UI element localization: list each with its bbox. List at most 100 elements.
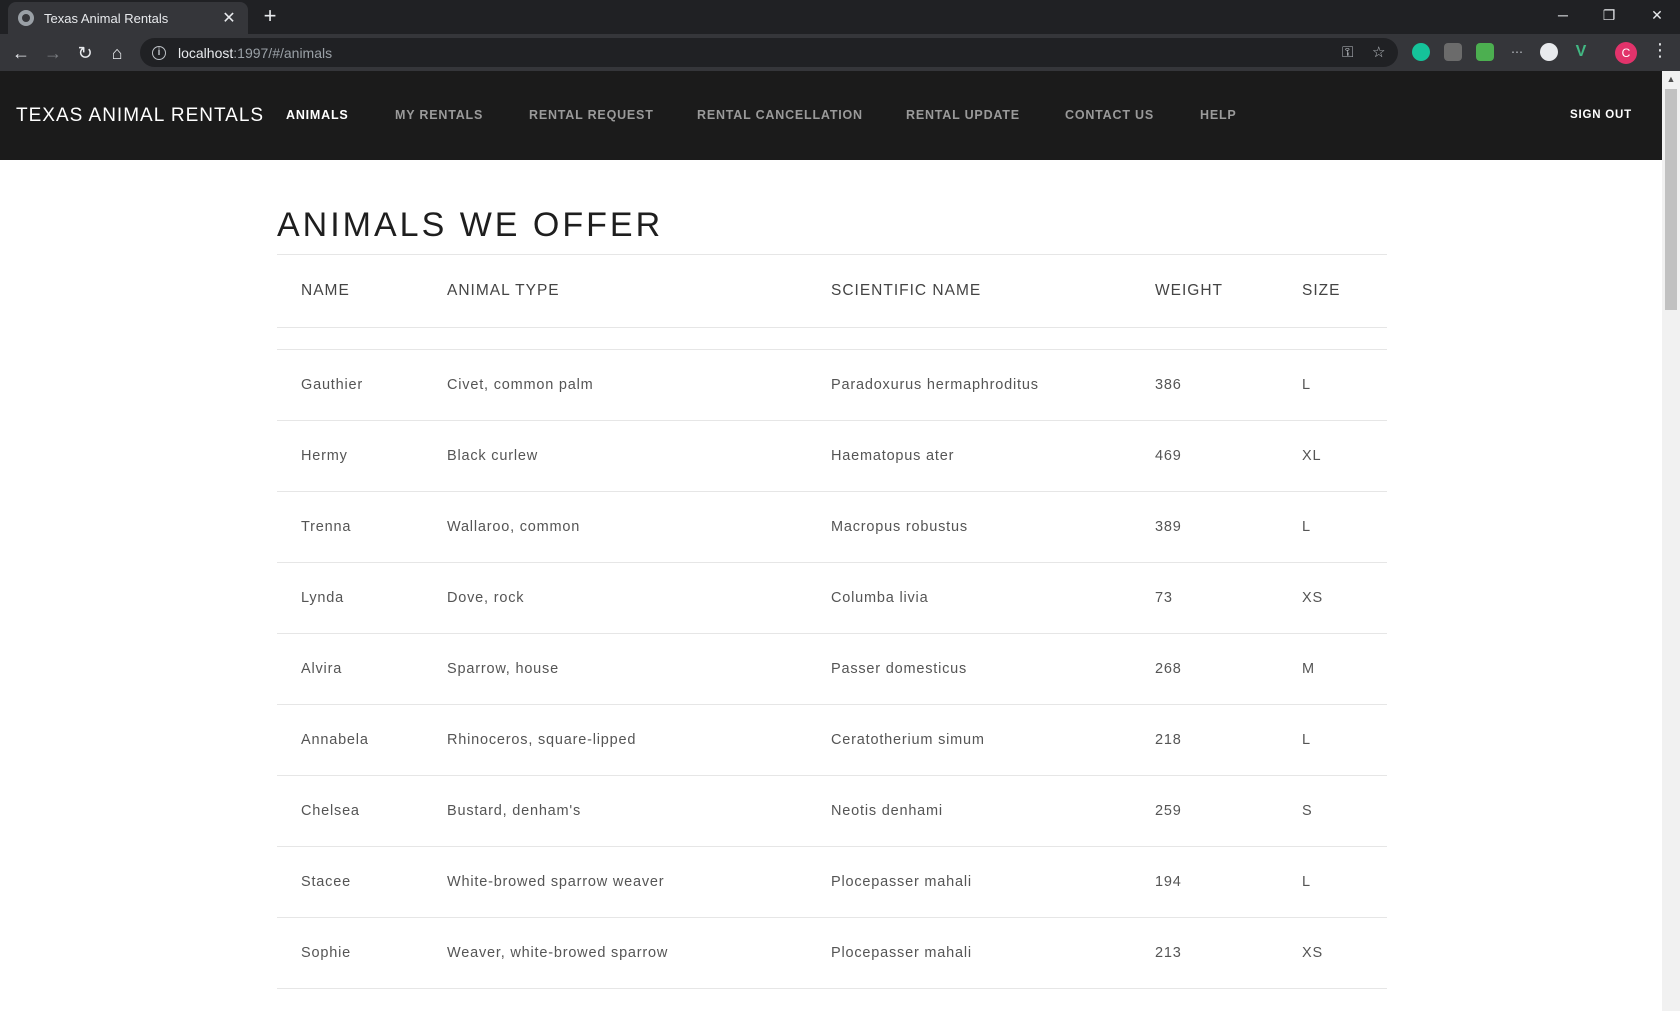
nav-rental-cancellation[interactable]: RENTAL CANCELLATION	[697, 71, 863, 160]
cell-size: XS	[1302, 945, 1323, 961]
table-row[interactable]: Chelsea Bustard, denham's Neotis denhami 25…	[277, 776, 1387, 847]
header-divider	[277, 327, 1387, 328]
brand-logo[interactable]: TEXAS ANIMAL RENTALS	[16, 71, 264, 160]
nav-animals[interactable]: ANIMALS	[286, 71, 349, 160]
extension-icon[interactable]	[1444, 43, 1462, 61]
cell-scientific-name: Ceratotherium simum	[831, 732, 985, 748]
cell-name: Annabela	[301, 732, 369, 748]
nav-my-rentals[interactable]: MY RENTALS	[395, 71, 483, 160]
cell-weight: 268	[1155, 661, 1182, 677]
home-icon[interactable]: ⌂	[104, 40, 130, 66]
cell-size: XL	[1302, 448, 1322, 464]
page-title: ANIMALS WE OFFER	[277, 206, 664, 244]
title-divider	[277, 254, 1387, 255]
nav-rental-request[interactable]: RENTAL REQUEST	[529, 71, 654, 160]
column-header-weight[interactable]: WEIGHT	[1155, 282, 1223, 300]
info-icon[interactable]: i	[152, 45, 166, 60]
cell-animal-type: Black curlew	[447, 448, 538, 464]
cell-scientific-name: Paradoxurus hermaphroditus	[831, 377, 1039, 393]
table-row[interactable]: Trenna Wallaroo, common Macropus robustus 3…	[277, 492, 1387, 563]
key-icon[interactable]: ⚿	[1342, 38, 1353, 67]
table-row[interactable]: Sophie Weaver, white-browed sparrow Plocep…	[277, 918, 1387, 989]
cell-weight: 386	[1155, 377, 1182, 393]
github-icon[interactable]	[1540, 43, 1558, 61]
cell-scientific-name: Haematopus ater	[831, 448, 955, 464]
browser-tab[interactable]: Texas Animal Rentals ✕	[8, 2, 248, 34]
cell-animal-type: Bustard, denham's	[447, 803, 582, 819]
cell-size: S	[1302, 803, 1313, 819]
cell-weight: 389	[1155, 519, 1182, 535]
table-row[interactable]: Lynda Dove, rock Columba livia 73 XS	[277, 563, 1387, 634]
cell-name: Lynda	[301, 590, 344, 606]
cell-name: Trenna	[301, 519, 352, 535]
cell-name: Hermy	[301, 448, 348, 464]
forward-icon[interactable]: →	[40, 40, 66, 66]
cell-scientific-name: Plocepasser mahali	[831, 945, 972, 961]
cell-scientific-name: Columba livia	[831, 590, 929, 606]
cell-size: L	[1302, 732, 1311, 748]
cell-scientific-name: Plocepasser mahali	[831, 874, 972, 890]
nav-rental-update[interactable]: RENTAL UPDATE	[906, 71, 1020, 160]
table-row[interactable]: Alvira Sparrow, house Passer domesticus 268…	[277, 634, 1387, 705]
profile-avatar[interactable]: C	[1615, 42, 1637, 64]
cell-size: L	[1302, 874, 1311, 890]
close-tab-icon[interactable]: ✕	[220, 8, 238, 28]
globe-icon	[18, 10, 34, 26]
cell-animal-type: Rhinoceros, square-lipped	[447, 732, 637, 748]
star-icon[interactable]: ☆	[1372, 38, 1385, 67]
table-row[interactable]: Hermy Black curlew Haematopus ater 469 XL	[277, 421, 1387, 492]
table-row[interactable]: Stacee White-browed sparrow weaver Plocepa…	[277, 847, 1387, 918]
minimize-icon[interactable]: ─	[1540, 0, 1586, 30]
page-viewport: TEXAS ANIMAL RENTALS ANIMALS MY RENTALS …	[0, 71, 1680, 1011]
column-header-name[interactable]: NAME	[301, 282, 350, 300]
tab-title: Texas Animal Rentals	[44, 10, 169, 26]
cell-animal-type: Weaver, white-browed sparrow	[447, 945, 669, 961]
table-row[interactable]: Gauthier Civet, common palm Paradoxurus he…	[277, 350, 1387, 421]
column-header-size[interactable]: SIZE	[1302, 282, 1340, 300]
sign-out-button[interactable]: SIGN OUT	[1570, 71, 1632, 160]
extension-icon[interactable]	[1476, 43, 1494, 61]
more-extensions-icon[interactable]: ⋯	[1508, 43, 1526, 61]
app-navbar: TEXAS ANIMAL RENTALS ANIMALS MY RENTALS …	[0, 71, 1662, 160]
cell-weight: 194	[1155, 874, 1182, 890]
cell-animal-type: Dove, rock	[447, 590, 525, 606]
url-host: localhost	[178, 44, 234, 61]
close-window-icon[interactable]: ✕	[1634, 0, 1680, 30]
browser-tabstrip: Texas Animal Rentals ✕ + ─ ❐ ✕	[0, 0, 1680, 34]
page-scrollbar[interactable]: ▲	[1662, 71, 1680, 1011]
cell-size: M	[1302, 661, 1315, 677]
back-icon[interactable]: ←	[8, 40, 34, 66]
cell-weight: 259	[1155, 803, 1182, 819]
vue-devtools-icon[interactable]: V	[1572, 43, 1590, 61]
column-header-scientific-name[interactable]: SCIENTIFIC NAME	[831, 282, 981, 300]
cell-animal-type: White-browed sparrow weaver	[447, 874, 665, 890]
address-bar[interactable]: i localhost:1997/#/animals ⚿ ☆	[140, 38, 1398, 67]
column-header-animal-type[interactable]: ANIMAL TYPE	[447, 282, 560, 300]
cell-size: L	[1302, 519, 1311, 535]
cell-scientific-name: Passer domesticus	[831, 661, 968, 677]
url-path: :1997/#/animals	[233, 44, 333, 61]
cell-size: XS	[1302, 590, 1323, 606]
cell-animal-type: Sparrow, house	[447, 661, 559, 677]
scroll-up-arrow-icon[interactable]: ▲	[1662, 71, 1680, 88]
new-tab-button[interactable]: +	[258, 4, 282, 28]
cell-name: Chelsea	[301, 803, 360, 819]
cell-weight: 213	[1155, 945, 1182, 961]
scrollbar-thumb[interactable]	[1665, 89, 1677, 310]
nav-help[interactable]: HELP	[1200, 71, 1237, 160]
cell-animal-type: Civet, common palm	[447, 377, 594, 393]
cell-name: Alvira	[301, 661, 343, 677]
cell-weight: 218	[1155, 732, 1182, 748]
browser-menu-icon[interactable]: ⋮	[1650, 40, 1670, 61]
grammarly-extension-icon[interactable]	[1412, 43, 1430, 61]
nav-contact-us[interactable]: CONTACT US	[1065, 71, 1154, 160]
reload-icon[interactable]: ↻	[72, 40, 98, 66]
cell-size: L	[1302, 377, 1311, 393]
table-row[interactable]: Annabela Rhinoceros, square-lipped Ceratot…	[277, 705, 1387, 776]
restore-icon[interactable]: ❐	[1586, 0, 1632, 30]
cell-name: Gauthier	[301, 377, 364, 393]
cell-name: Stacee	[301, 874, 351, 890]
cell-weight: 73	[1155, 590, 1173, 606]
browser-toolbar: ← → ↻ ⌂ i localhost:1997/#/animals ⚿ ☆ ⋯…	[0, 34, 1680, 71]
cell-name: Sophie	[301, 945, 351, 961]
